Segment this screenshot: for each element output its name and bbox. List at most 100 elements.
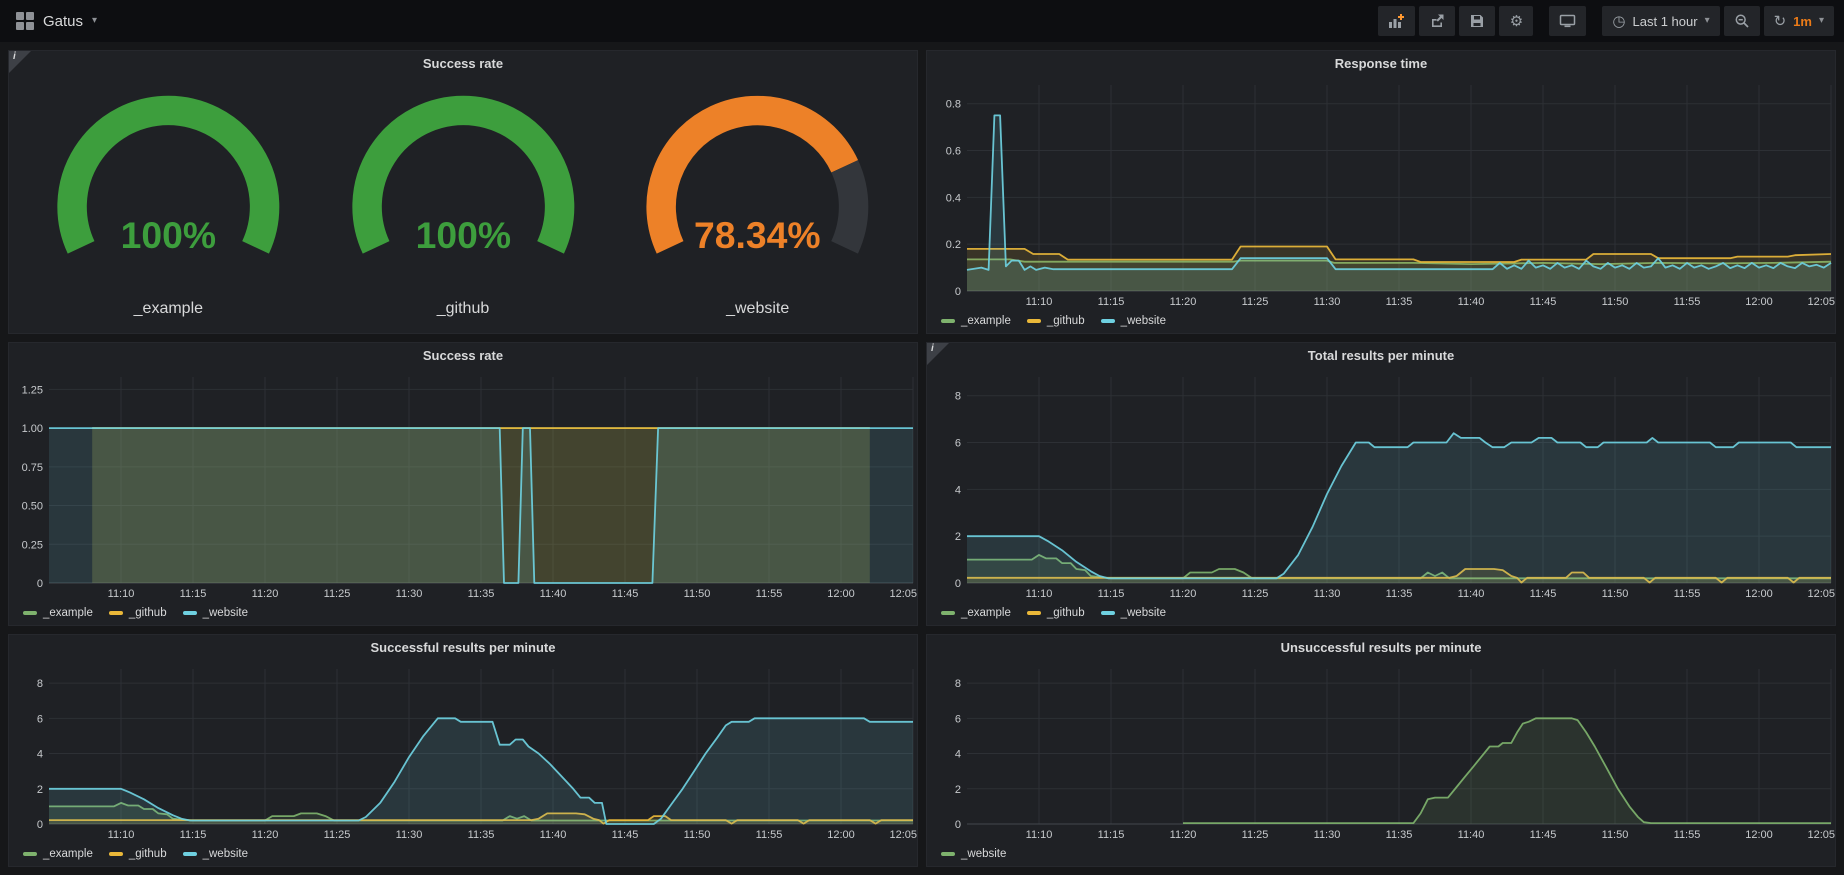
add-panel-button[interactable] (1378, 6, 1415, 36)
legend-item-_example[interactable]: _example (941, 315, 1011, 327)
legend-label: _website (961, 848, 1006, 860)
legend-item-_github[interactable]: _github (1027, 315, 1085, 327)
panel-title[interactable]: Total results per minute (927, 343, 1835, 369)
gauge: 78.34%_website (610, 79, 905, 327)
legend-item-_website[interactable]: _website (1101, 315, 1166, 327)
refresh-interval-picker[interactable]: 1m ▾ (1793, 14, 1824, 29)
svg-text:11:30: 11:30 (1314, 588, 1341, 600)
svg-text:12:00: 12:00 (1745, 588, 1773, 600)
legend-label: _github (129, 607, 167, 619)
svg-text:11:25: 11:25 (324, 829, 351, 841)
panel-info-icon[interactable]: i (927, 343, 949, 365)
svg-text:0.4: 0.4 (946, 192, 961, 204)
gauge: 100% _github (316, 79, 611, 327)
gauge-value: 100% (415, 214, 510, 256)
legend-item-_website[interactable]: _website (183, 607, 248, 619)
share-button[interactable] (1419, 6, 1455, 36)
save-button[interactable] (1459, 6, 1495, 36)
svg-text:11:30: 11:30 (1314, 296, 1341, 308)
legend-item-_website[interactable]: _website (183, 848, 248, 860)
svg-text:2: 2 (955, 784, 961, 796)
clock-icon: ◷ (1612, 14, 1625, 29)
legend-label: _website (203, 848, 248, 860)
time-series-chart[interactable]: 00.250.500.751.001.2511:1011:1511:2011:2… (9, 369, 917, 601)
panel-success-rate-gauges: i Success rate 100%_example100%_github78… (8, 50, 918, 334)
panel-title[interactable]: Success rate (9, 51, 917, 77)
svg-text:11:30: 11:30 (396, 829, 423, 841)
panel-title[interactable]: Unsuccessful results per minute (927, 635, 1835, 661)
legend-swatch (23, 611, 37, 615)
svg-text:1.00: 1.00 (22, 423, 43, 435)
legend-label: _example (43, 607, 93, 619)
svg-text:11:15: 11:15 (1098, 296, 1125, 308)
legend-swatch (941, 319, 955, 323)
svg-text:11:20: 11:20 (1170, 296, 1197, 308)
time-series-chart[interactable]: 0246811:1011:1511:2011:2511:3011:3511:40… (927, 661, 1835, 842)
legend-item-_example[interactable]: _example (23, 848, 93, 860)
panel-title[interactable]: Response time (927, 51, 1835, 77)
panel-successful-results: Successful results per minute 0246811:10… (8, 634, 918, 867)
legend-item-_github[interactable]: _github (109, 848, 167, 860)
panel-title[interactable]: Successful results per minute (9, 635, 917, 661)
panel-info-icon[interactable]: i (9, 51, 31, 73)
gauge-label: _github (437, 299, 490, 327)
dashboard-picker[interactable]: Gatus ▾ (10, 11, 103, 31)
legend-item-_example[interactable]: _example (23, 607, 93, 619)
svg-text:11:15: 11:15 (180, 829, 207, 841)
dashboard-title: Gatus (43, 13, 83, 30)
refresh-icon[interactable]: ↻ (1774, 14, 1787, 29)
series-area-_website (49, 428, 913, 583)
gauge-row: 100%_example100%_github78.34%_website (9, 77, 917, 333)
time-series-chart[interactable]: 00.20.40.60.811:1011:1511:2011:2511:3011… (927, 77, 1835, 309)
svg-text:11:35: 11:35 (1386, 588, 1413, 600)
svg-text:11:25: 11:25 (324, 588, 351, 600)
svg-text:11:20: 11:20 (1170, 829, 1197, 841)
svg-text:12:05: 12:05 (889, 588, 917, 600)
svg-text:4: 4 (955, 749, 961, 761)
panel-success-rate-series: Success rate 00.250.500.751.001.2511:101… (8, 342, 918, 626)
legend-item-_website[interactable]: _website (941, 848, 1006, 860)
legend-label: _github (1047, 607, 1085, 619)
svg-text:1.25: 1.25 (22, 384, 43, 396)
svg-text:11:55: 11:55 (756, 829, 783, 841)
svg-text:6: 6 (955, 713, 961, 725)
svg-text:8: 8 (955, 678, 961, 690)
svg-text:11:45: 11:45 (1530, 829, 1557, 841)
chart-legend: _example _github _website (9, 842, 917, 866)
panel-response-time: Response time 00.20.40.60.811:1011:1511:… (926, 50, 1836, 334)
zoom-out-button[interactable] (1724, 6, 1760, 36)
settings-button[interactable]: ⚙ (1499, 6, 1533, 36)
legend-item-_github[interactable]: _github (109, 607, 167, 619)
svg-text:11:15: 11:15 (1098, 829, 1125, 841)
svg-text:12:05: 12:05 (1807, 829, 1835, 841)
time-picker-button[interactable]: ◷ Last 1 hour ▾ (1602, 6, 1719, 36)
legend-label: _example (961, 607, 1011, 619)
legend-label: _website (203, 607, 248, 619)
svg-text:11:40: 11:40 (1458, 829, 1485, 841)
legend-swatch (1027, 611, 1041, 615)
dashboard-grid: i Success rate 100%_example100%_github78… (0, 42, 1844, 875)
legend-label: _website (1121, 315, 1166, 327)
legend-swatch (941, 611, 955, 615)
svg-text:6: 6 (955, 438, 961, 450)
time-series-chart[interactable]: 0246811:1011:1511:2011:2511:3011:3511:40… (927, 369, 1835, 601)
svg-text:11:20: 11:20 (1170, 588, 1197, 600)
svg-text:12:00: 12:00 (1745, 296, 1773, 308)
panel-title[interactable]: Success rate (9, 343, 917, 369)
legend-swatch (1101, 611, 1115, 615)
series-area-_website (49, 718, 913, 824)
svg-text:11:50: 11:50 (1602, 588, 1629, 600)
legend-item-_github[interactable]: _github (1027, 607, 1085, 619)
svg-text:0.6: 0.6 (946, 146, 961, 158)
svg-text:8: 8 (37, 678, 43, 690)
monitor-icon (1559, 13, 1576, 29)
tv-mode-button[interactable] (1549, 6, 1586, 36)
dashboard-grid-icon (16, 12, 34, 30)
gauge-value: 78.34% (694, 214, 821, 256)
time-series-chart[interactable]: 0246811:1011:1511:2011:2511:3011:3511:40… (9, 661, 917, 842)
legend-item-_example[interactable]: _example (941, 607, 1011, 619)
svg-text:11:45: 11:45 (1530, 588, 1557, 600)
legend-item-_website[interactable]: _website (1101, 607, 1166, 619)
svg-text:11:45: 11:45 (612, 588, 639, 600)
svg-text:11:25: 11:25 (1242, 296, 1269, 308)
